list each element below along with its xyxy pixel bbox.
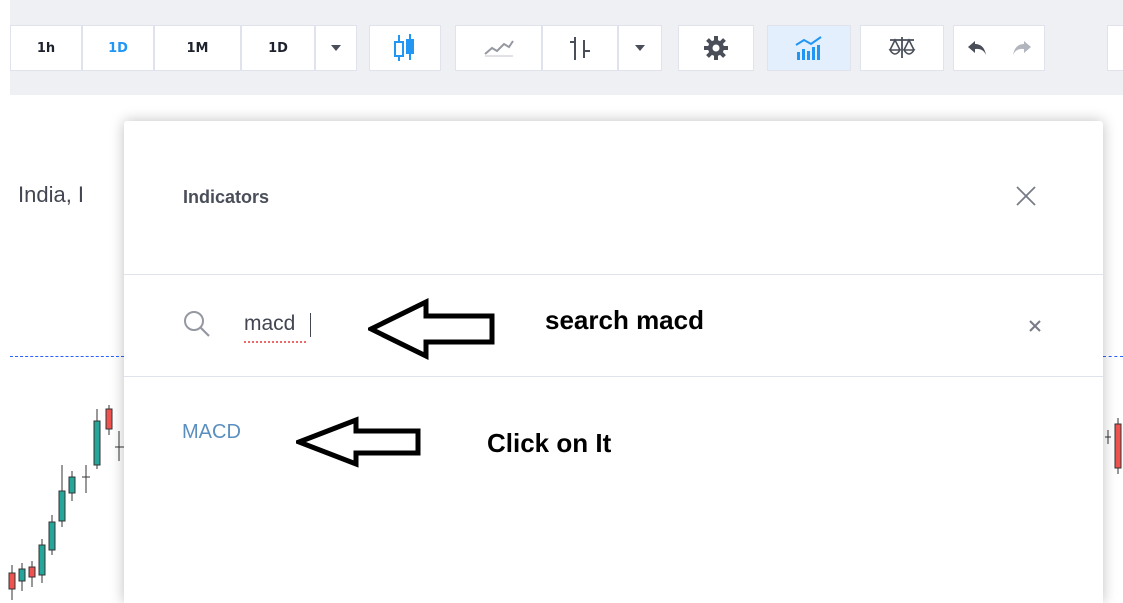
chevron-down-icon [331,45,341,51]
undo-icon [967,41,986,55]
gear-icon [704,36,728,60]
chart-toolbar: 1h 1D 1M 1D [10,0,1123,95]
candlestick-icon [394,34,414,61]
indicators-button[interactable] [767,25,851,71]
annotation-search-note: search macd [545,305,704,335]
candle [48,521,56,551]
interval-1d-button[interactable]: 1D [82,25,154,71]
clear-search-button[interactable] [1024,315,1046,337]
annotation-click-note: Click on It [487,428,612,458]
interval-label: 1h [36,40,56,56]
dialog-title: Indicators [183,187,270,207]
interval-dropdown-button[interactable] [315,25,357,71]
indicator-result-macd[interactable]: MACD [182,421,241,444]
indicators-dialog: Indicators MACD [124,121,1103,603]
line-chart-icon [483,40,514,57]
line-chart-button[interactable] [455,25,542,71]
compare-button[interactable] [860,25,944,71]
left-arrow-annotation-icon [368,298,495,360]
candlestick-button[interactable] [369,25,441,71]
redo-icon [1012,41,1031,55]
candle [1114,423,1122,469]
candle [38,544,46,576]
text-cursor [310,313,311,337]
candle [18,568,26,582]
chart-symbol-title: India, I [18,182,85,207]
interval-label: 1M [186,40,209,56]
candlestick-series [8,405,124,600]
clear-icon [1029,320,1041,332]
candle [93,420,101,466]
bars-button[interactable] [542,25,618,71]
interval-current-button[interactable]: 1D [241,25,315,71]
candle [28,566,36,578]
bars-icon [570,37,590,60]
settings-button[interactable] [678,25,754,71]
price-line-right [1103,356,1123,357]
interval-label: 1D [268,40,288,56]
toolbar-next-button[interactable] [1107,25,1123,71]
interval-1m-button[interactable]: 1M [154,25,241,71]
undo-redo-group [953,25,1045,71]
spellcheck-underline [244,341,308,343]
chart-type-dropdown-button[interactable] [618,25,662,71]
left-arrow-annotation-icon [296,416,421,468]
candlestick-series-right [1105,418,1122,474]
candle [68,476,76,494]
chevron-down-icon [635,45,645,51]
candle [8,572,16,590]
indicators-icon [795,36,822,60]
undo-button[interactable] [954,39,999,57]
interval-1h-button[interactable]: 1h [10,25,82,71]
search-divider [124,376,1103,377]
page: 1h 1D 1M 1D India, I Indicators macd MAC… [0,0,1123,603]
compare-icon [888,37,916,58]
search-icon [182,309,212,339]
dialog-divider [124,274,1103,275]
interval-label: 1D [108,40,128,56]
close-icon [1016,186,1036,206]
dialog-close-button[interactable] [1011,181,1041,211]
candle [105,408,113,430]
redo-button[interactable] [999,39,1044,57]
price-line-left [10,356,124,357]
candle [58,490,66,522]
